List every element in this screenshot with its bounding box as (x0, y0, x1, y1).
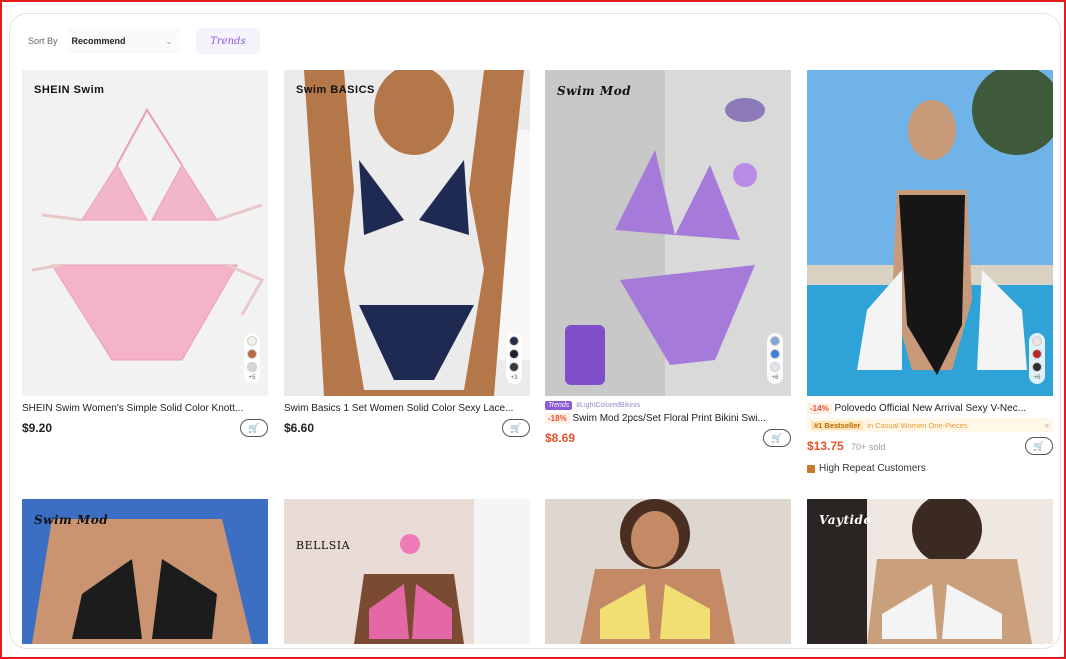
sort-toolbar: Sort By Recommend ⌄ Trends (28, 28, 260, 54)
add-to-cart-button[interactable]: 🛒 (240, 419, 268, 437)
product-image[interactable]: +6 (807, 70, 1053, 396)
brand-logo: Vaytide (819, 513, 872, 527)
product-title[interactable]: SHEIN Swim Women's Simple Solid Color Kn… (22, 403, 268, 414)
price-row: $13.75 70+ sold 🛒 (807, 437, 1053, 455)
color-swatch[interactable] (770, 349, 780, 359)
sort-value: Recommend (71, 36, 126, 46)
price-row: $8.69 🛒 (545, 429, 791, 447)
add-to-cart-button[interactable]: 🛒 (1025, 437, 1053, 455)
bestseller-category: in Casual Women One-Pieces (867, 420, 968, 430)
trend-hashtag: #LightColoredBikinis (576, 402, 641, 409)
color-swatches[interactable]: +3 (506, 333, 522, 384)
chevron-down-icon: ⌄ (165, 36, 173, 46)
product-image[interactable]: Swim Mod (22, 499, 268, 644)
swatch-more-count: +6 (1033, 375, 1041, 381)
bestseller-badge: #1 Bestseller (811, 420, 864, 430)
price-and-sold: $13.75 70+ sold (807, 439, 885, 453)
add-to-cart-button[interactable]: 🛒 (502, 419, 530, 437)
repeat-customers-text: High Repeat Customers (819, 463, 926, 474)
product-title-row[interactable]: -18% Swim Mod 2pcs/Set Floral Print Biki… (545, 413, 791, 424)
product-image[interactable] (545, 499, 791, 644)
price-row: $9.20 🛒 (22, 419, 268, 437)
purple-floral-bikini-photo (545, 70, 791, 396)
pink-tie-dye-bikini-photo (284, 499, 530, 644)
product-card[interactable]: SHEIN Swim +5 SHEIN Swim Women's Simple … (22, 70, 268, 437)
add-to-cart-button[interactable]: 🛒 (763, 429, 791, 447)
color-swatch[interactable] (509, 336, 519, 346)
trends-badge: Trends (545, 401, 573, 410)
product-card[interactable]: +6 -14% Polovedo Official New Arrival Se… (807, 70, 1053, 474)
product-card[interactable] (545, 499, 791, 644)
color-swatch[interactable] (1032, 349, 1042, 359)
trend-tag-row[interactable]: Trends #LightColoredBikinis (545, 401, 791, 410)
product-card[interactable]: Vaytide (807, 499, 1053, 644)
product-title: Polovedo Official New Arrival Sexy V-Nec… (834, 403, 1027, 414)
price-row: $6.60 🛒 (284, 419, 530, 437)
product-title: Swim Mod 2pcs/Set Floral Print Bikini Sw… (572, 413, 766, 424)
product-card[interactable]: Swim Mod (22, 499, 268, 644)
sold-count: 70+ sold (851, 442, 886, 452)
discount-badge: -14% (807, 403, 832, 414)
product-image[interactable]: BELLSIA (284, 499, 530, 644)
color-swatches[interactable]: +5 (244, 333, 260, 384)
add-to-cart-icon: 🛒 (771, 432, 783, 443)
product-image[interactable]: SHEIN Swim +5 (22, 70, 268, 396)
product-card[interactable]: Swim Mod +6 Trends #LightColoredBikinis … (545, 70, 791, 447)
repeat-customers-badge: High Repeat Customers (807, 463, 1053, 474)
swatch-more-count: +5 (248, 375, 256, 381)
bestseller-banner[interactable]: #1 Bestseller in Casual Women One-Pieces… (807, 418, 1053, 432)
add-to-cart-icon: 🛒 (510, 422, 522, 433)
black-swimsuit-pool-photo (807, 70, 1053, 396)
product-title-row[interactable]: -14% Polovedo Official New Arrival Sexy … (807, 403, 1053, 414)
bag-icon (807, 464, 815, 473)
product-card[interactable]: Swim BASICS +3 Swim Basics 1 Set Women S… (284, 70, 530, 437)
discount-badge: -18% (545, 413, 570, 424)
brand-logo: Swim Mod (34, 513, 109, 527)
chevron-right-icon: > (1044, 420, 1049, 430)
color-swatch[interactable] (247, 336, 257, 346)
navy-bikini-photo (284, 70, 530, 396)
brand-logo: Swim BASICS (296, 84, 375, 96)
color-swatch[interactable] (247, 349, 257, 359)
pink-bikini-illustration (22, 70, 268, 396)
product-price: $6.60 (284, 421, 315, 435)
color-swatches[interactable]: +6 (767, 333, 783, 384)
color-swatch[interactable] (1032, 362, 1042, 372)
brand-logo: Swim Mod (557, 84, 632, 98)
brand-logo: BELLSIA (296, 539, 351, 552)
sort-by-label: Sort By (28, 36, 58, 46)
product-title[interactable]: Swim Basics 1 Set Women Solid Color Sexy… (284, 403, 530, 414)
color-swatches[interactable]: +6 (1029, 333, 1045, 384)
color-swatch[interactable] (247, 362, 257, 372)
product-image[interactable]: Swim Mod +6 (545, 70, 791, 396)
color-swatch[interactable] (509, 349, 519, 359)
sort-dropdown[interactable]: Recommend ⌄ (67, 28, 181, 54)
color-swatch[interactable] (770, 362, 780, 372)
add-to-cart-icon: 🛒 (1033, 440, 1045, 451)
color-swatch[interactable] (770, 336, 780, 346)
product-card[interactable]: BELLSIA (284, 499, 530, 644)
color-swatch[interactable] (509, 362, 519, 372)
product-listing-panel: Sort By Recommend ⌄ Trends SHEIN Swim +5… (9, 13, 1061, 649)
product-image[interactable]: Swim BASICS +3 (284, 70, 530, 396)
swatch-more-count: +6 (771, 375, 779, 381)
product-image[interactable]: Vaytide (807, 499, 1053, 644)
yellow-dot-bikini-photo (545, 499, 791, 644)
product-price: $9.20 (22, 421, 53, 435)
add-to-cart-icon: 🛒 (248, 422, 260, 433)
product-price: $8.69 (545, 431, 576, 445)
trends-button[interactable]: Trends (196, 28, 260, 54)
product-price: $13.75 (807, 439, 844, 453)
color-swatch[interactable] (1032, 336, 1042, 346)
swatch-more-count: +3 (510, 375, 518, 381)
brand-logo: SHEIN Swim (34, 84, 105, 96)
